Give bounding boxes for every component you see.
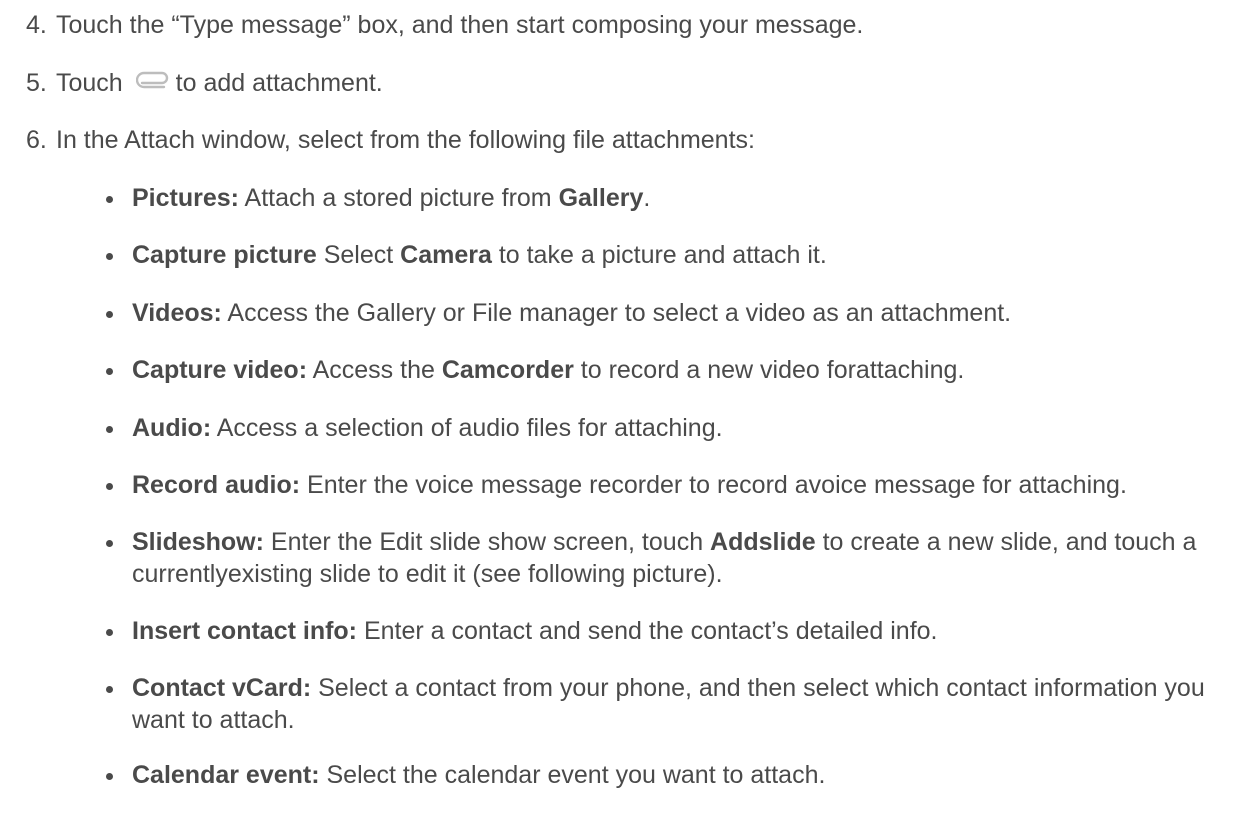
- attachment-term: Record audio:: [132, 471, 301, 499]
- attachment-item: Insert contact info: Enter a contact and…: [106, 615, 1236, 647]
- attachment-term: Videos:: [132, 299, 222, 327]
- attachment-description: to record a new video forattaching.: [573, 356, 965, 384]
- bullet-dot: [106, 253, 113, 260]
- attachment-term: Insert contact info:: [132, 617, 358, 645]
- attachment-description: to take a picture and attach it.: [491, 241, 827, 269]
- step-number: 4.: [26, 11, 47, 39]
- step-4: 4. Touch the “Type message” box, and then…: [26, 9, 863, 41]
- attachment-text: Record audio: Enter the voice message re…: [132, 469, 1236, 501]
- attachment-text: Insert contact info: Enter a contact and…: [132, 615, 1236, 647]
- bullet-dot: [106, 540, 113, 547]
- attachment-description: Access a selection of audio files for at…: [211, 414, 723, 442]
- attachment-text: Capture video: Access the Camcorder to r…: [132, 354, 1236, 386]
- bullet-dot: [106, 426, 113, 433]
- attachment-term: Pictures:: [132, 184, 239, 212]
- attachment-term: Contact vCard:: [132, 674, 312, 702]
- attachment-description: Select the calendar event you want to at…: [319, 761, 826, 789]
- step-text-after-icon: to add attachment.: [175, 69, 383, 97]
- attachment-description: Enter a contact and send the contact’s d…: [357, 617, 938, 645]
- attachment-term: Camcorder: [441, 356, 574, 384]
- attachment-text: Videos: Access the Gallery or File manag…: [132, 297, 1236, 329]
- bullet-dot: [106, 483, 113, 490]
- attachment-text: Slideshow: Enter the Edit slide show scr…: [132, 526, 1236, 590]
- attachment-term: Audio:: [132, 414, 212, 442]
- attachment-item: Slideshow: Enter the Edit slide show scr…: [106, 526, 1236, 590]
- attachment-term: Gallery: [558, 184, 644, 212]
- bullet-dot: [106, 311, 113, 318]
- attachment-description: .: [643, 184, 651, 212]
- step-number: 5.: [26, 69, 47, 97]
- attachment-text: Capture picture Select Camera to take a …: [132, 239, 1236, 271]
- bullet-dot: [106, 686, 113, 693]
- attachment-text: Pictures: Attach a stored picture from G…: [132, 182, 1236, 214]
- attachment-description: Enter the voice message recorder to reco…: [300, 471, 1127, 499]
- attachment-term: Addslide: [710, 528, 816, 556]
- step-text-before-icon: Touch: [56, 69, 123, 97]
- step-text: Touch the “Type message” box, and then s…: [56, 11, 864, 39]
- step-text: In the Attach window, select from the fo…: [56, 126, 755, 154]
- attachment-text: Calendar event: Select the calendar even…: [132, 759, 1236, 791]
- bullet-dot: [106, 773, 113, 780]
- attachment-description: Enter the Edit slide show screen, touch: [263, 528, 711, 556]
- attachment-text: Contact vCard: Select a contact from you…: [132, 672, 1236, 736]
- attachment-item: Capture picture Select Camera to take a …: [106, 239, 1236, 271]
- attachment-item: Pictures: Attach a stored picture from G…: [106, 182, 1236, 214]
- attachment-term: Capture picture: [132, 241, 317, 269]
- attachment-item: Contact vCard: Select a contact from you…: [106, 672, 1236, 736]
- attachment-text: Audio: Access a selection of audio files…: [132, 412, 1236, 444]
- attachment-term: Slideshow:: [132, 528, 264, 556]
- paperclip-icon: [135, 65, 170, 97]
- attachment-term: Capture video:: [132, 356, 308, 384]
- attachment-item: Capture video: Access the Camcorder to r…: [106, 354, 1236, 386]
- step-5: 5. Touch to add attachment.: [26, 67, 383, 100]
- attachment-description: Attach a stored picture from: [238, 184, 559, 212]
- attachment-item: Calendar event: Select the calendar even…: [106, 759, 1236, 791]
- bullet-dot: [106, 629, 113, 636]
- step-6: 6. In the Attach window, select from the …: [26, 124, 755, 156]
- attachment-description: Access the Gallery or File manager to se…: [221, 299, 1012, 327]
- attachment-description: Select: [316, 241, 401, 269]
- step-number: 6.: [26, 126, 47, 154]
- attachment-term: Camera: [400, 241, 492, 269]
- attachment-item: Audio: Access a selection of audio files…: [106, 412, 1236, 444]
- attachment-term: Calendar event:: [132, 761, 320, 789]
- attachment-description: Access the: [307, 356, 442, 384]
- bullet-dot: [106, 196, 113, 203]
- attachment-item: Videos: Access the Gallery or File manag…: [106, 297, 1236, 329]
- bullet-dot: [106, 368, 113, 375]
- attachment-item: Record audio: Enter the voice message re…: [106, 469, 1236, 501]
